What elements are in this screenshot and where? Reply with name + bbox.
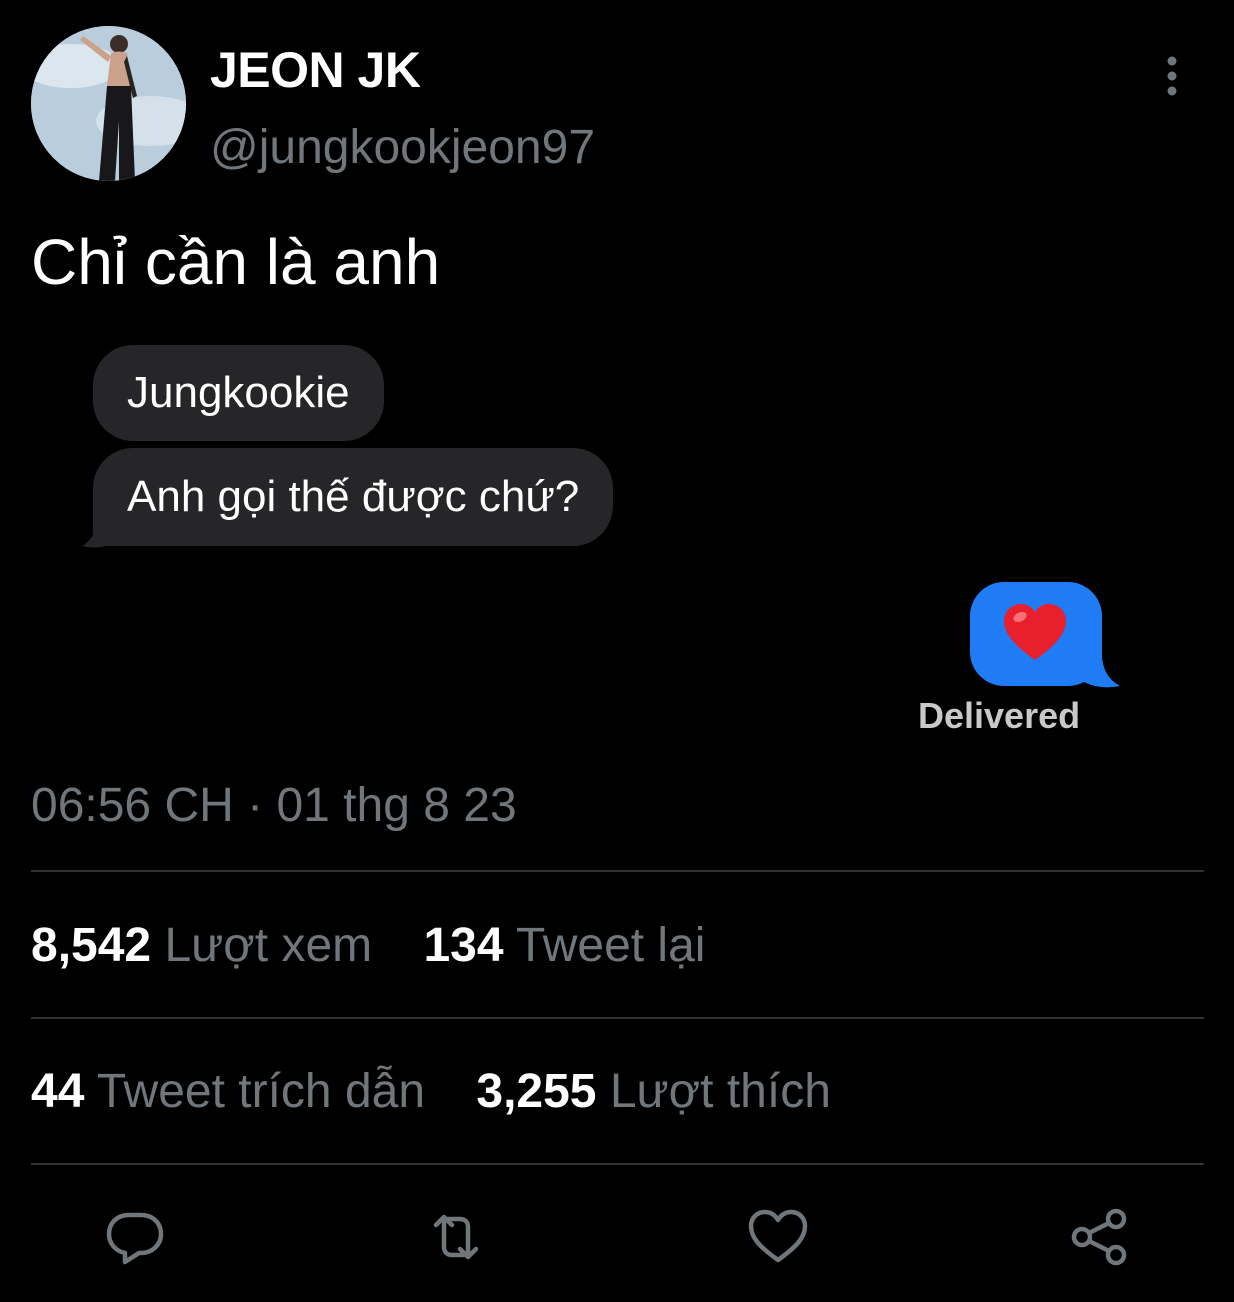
retweets-count: 134: [423, 919, 504, 972]
likes-label: Lượt thích: [609, 1065, 831, 1118]
likes-count: 3,255: [476, 1065, 597, 1118]
quotes-count: 44: [31, 1065, 85, 1118]
divider: [31, 1163, 1204, 1165]
avatar[interactable]: [31, 26, 186, 181]
views-count: 8,542: [31, 919, 152, 972]
divider: [31, 870, 1204, 872]
quotes-stat[interactable]: 44 Tweet trích dẫn: [31, 1064, 425, 1120]
tweet-text: Chỉ cần là anh: [31, 226, 441, 298]
author-display-name[interactable]: JEON JK: [210, 42, 421, 98]
avatar-image: [31, 26, 186, 181]
more-options-icon[interactable]: [1152, 55, 1192, 97]
received-message-bubble: Jungkookie: [93, 345, 384, 441]
stats-row-1: 8,542 Lượt xem 134 Tweet lại: [31, 918, 743, 974]
received-message-bubble: Anh gọi thế được chứ?: [93, 448, 614, 546]
views-label: Lượt xem: [164, 919, 373, 972]
author-handle[interactable]: @jungkookjeon97: [210, 120, 595, 176]
views-stat[interactable]: 8,542 Lượt xem: [31, 918, 372, 974]
retweet-icon[interactable]: [424, 1205, 488, 1269]
heart-emoji-icon: [1004, 604, 1066, 660]
reply-icon[interactable]: [103, 1205, 167, 1269]
delivery-status: Delivered: [918, 695, 1081, 736]
retweets-stat[interactable]: 134 Tweet lại: [423, 918, 705, 974]
retweets-label: Tweet lại: [516, 919, 706, 972]
share-icon[interactable]: [1068, 1205, 1132, 1269]
stats-row-2: 44 Tweet trích dẫn 3,255 Lượt thích: [31, 1064, 869, 1120]
like-icon[interactable]: [746, 1205, 810, 1269]
tweet-media-image[interactable]: Jungkookie Anh gọi thế được chứ? Deliver…: [78, 330, 1138, 750]
quotes-label: Tweet trích dẫn: [96, 1065, 426, 1118]
received-message-text: Anh gọi thế được chứ?: [127, 472, 580, 521]
tweet-timestamp[interactable]: 06:56 CH · 01 thg 8 23: [31, 778, 517, 834]
divider: [31, 1017, 1204, 1019]
sent-bubble-tail-icon: [1084, 654, 1120, 688]
received-message-text: Jungkookie: [127, 368, 350, 417]
likes-stat[interactable]: 3,255 Lượt thích: [476, 1064, 831, 1120]
